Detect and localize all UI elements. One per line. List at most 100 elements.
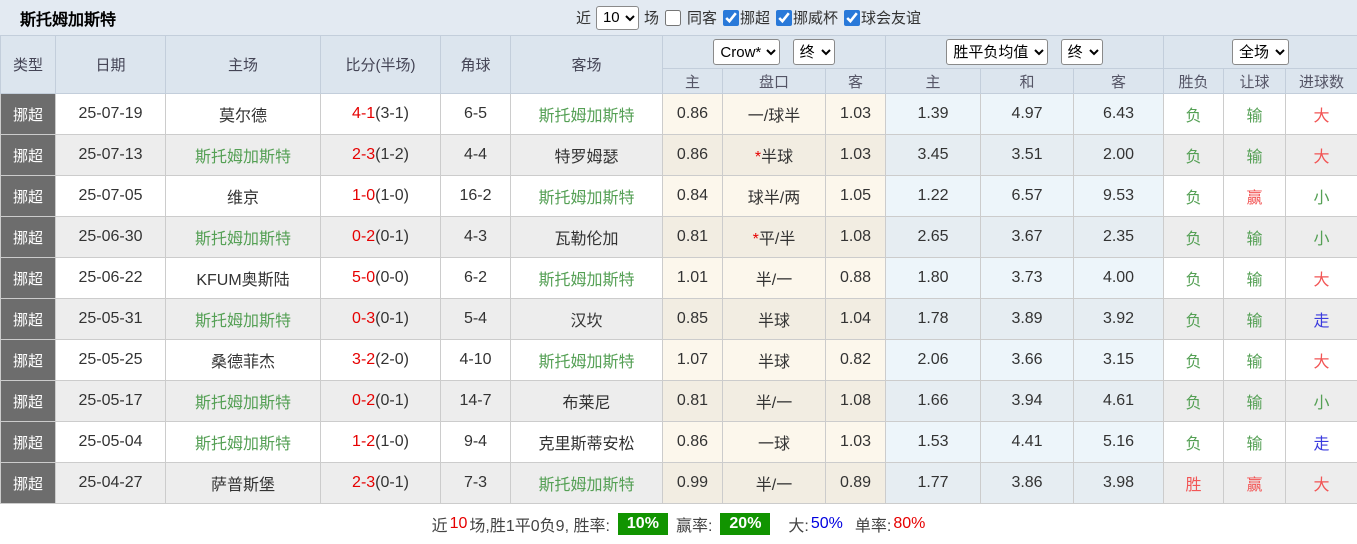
away-team-link[interactable]: 斯托姆加斯特 <box>511 463 663 504</box>
avg-lose-value: 9.53 <box>1074 176 1164 217</box>
corner-score: 7-3 <box>441 463 511 504</box>
result-handicap: 输 <box>1224 135 1286 176</box>
half-score: (1-0) <box>375 187 409 204</box>
odds-company-time-select[interactable]: 终 <box>793 39 835 65</box>
home-team-link[interactable]: KFUM奥斯陆 <box>166 258 321 299</box>
home-team-link[interactable]: 维京 <box>166 176 321 217</box>
avg-lose-value: 4.00 <box>1074 258 1164 299</box>
away-team-link[interactable]: 瓦勒伦加 <box>511 217 663 258</box>
odds-home-value: 0.81 <box>663 217 723 258</box>
table-header: 类型 日期 主场 比分(半场) 角球 客场 Crow* 终 胜平负均值 终 全场… <box>1 36 1357 94</box>
corner-score: 9-4 <box>441 422 511 463</box>
avg-odds-time-select[interactable]: 终 <box>1061 39 1103 65</box>
table-row: 挪超 25-04-27 萨普斯堡 2-3(0-1) 7-3 斯托姆加斯特 0.9… <box>1 463 1357 504</box>
league-label-norway-cup: 挪威杯 <box>793 7 838 28</box>
full-score: 3-2 <box>352 351 375 368</box>
avg-lose-value: 2.00 <box>1074 135 1164 176</box>
result-wdl: 负 <box>1164 422 1224 463</box>
handicap-value: *平/半 <box>723 217 826 258</box>
result-wdl: 负 <box>1164 94 1224 135</box>
home-team-link[interactable]: 斯托姆加斯特 <box>166 422 321 463</box>
handicap-value: 半/一 <box>723 381 826 422</box>
sub-header-odds-home: 主 <box>663 69 723 94</box>
league-checkbox-club-friendly[interactable] <box>844 10 860 26</box>
home-team-link[interactable]: 斯托姆加斯特 <box>166 135 321 176</box>
away-team-link[interactable]: 斯托姆加斯特 <box>511 340 663 381</box>
avg-draw-value: 3.73 <box>981 258 1074 299</box>
half-score: (2-0) <box>375 351 409 368</box>
odds-away-value: 1.03 <box>826 422 886 463</box>
home-team-link[interactable]: 萨普斯堡 <box>166 463 321 504</box>
avg-win-value: 1.39 <box>886 94 981 135</box>
match-count-select[interactable]: 10 <box>596 6 639 30</box>
avg-draw-value: 3.86 <box>981 463 1074 504</box>
away-team-link[interactable]: 特罗姆瑟 <box>511 135 663 176</box>
half-score: (0-1) <box>375 474 409 491</box>
half-score: (0-1) <box>375 228 409 245</box>
home-team-link[interactable]: 斯托姆加斯特 <box>166 299 321 340</box>
handicap-value: 一/球半 <box>723 94 826 135</box>
full-score: 0-2 <box>352 392 375 409</box>
footer-summary: 场,胜1平0负9, 胜率: <box>469 512 609 536</box>
full-score: 0-2 <box>352 228 375 245</box>
league-label-eliteserien: 挪超 <box>740 7 770 28</box>
sub-header-avg-win: 主 <box>886 69 981 94</box>
away-team-link[interactable]: 斯托姆加斯特 <box>511 258 663 299</box>
col-header-home: 主场 <box>166 36 321 94</box>
half-score: (1-2) <box>375 146 409 163</box>
col-header-type: 类型 <box>1 36 56 94</box>
away-team-link[interactable]: 汉坎 <box>511 299 663 340</box>
avg-win-value: 1.80 <box>886 258 981 299</box>
avg-odds-select[interactable]: 胜平负均值 <box>946 39 1048 65</box>
home-team-link[interactable]: 桑德菲杰 <box>166 340 321 381</box>
sub-header-avg-lose: 客 <box>1074 69 1164 94</box>
table-row: 挪超 25-07-19 莫尔德 4-1(3-1) 6-5 斯托姆加斯特 0.86… <box>1 94 1357 135</box>
home-team-link[interactable]: 莫尔德 <box>166 94 321 135</box>
result-wdl: 负 <box>1164 135 1224 176</box>
result-handicap: 输 <box>1224 299 1286 340</box>
result-handicap: 赢 <box>1224 176 1286 217</box>
same-away-label: 同客 <box>687 7 717 28</box>
footer-near-label: 近 <box>432 512 448 536</box>
away-team-link[interactable]: 克里斯蒂安松 <box>511 422 663 463</box>
half-score: (0-0) <box>375 269 409 286</box>
league-checkbox-norway-cup[interactable] <box>776 10 792 26</box>
league-checkbox-eliteserien[interactable] <box>723 10 739 26</box>
odds-away-value: 1.04 <box>826 299 886 340</box>
match-date: 25-04-27 <box>56 463 166 504</box>
result-handicap: 输 <box>1224 258 1286 299</box>
avg-win-value: 1.77 <box>886 463 981 504</box>
league-label-club-friendly: 球会友谊 <box>861 7 921 28</box>
avg-draw-value: 3.51 <box>981 135 1074 176</box>
same-away-checkbox[interactable] <box>665 10 681 26</box>
league-badge: 挪超 <box>1 299 56 340</box>
away-team-link[interactable]: 斯托姆加斯特 <box>511 176 663 217</box>
score-cell: 0-2(0-1) <box>321 381 441 422</box>
sub-header-result-wdl: 胜负 <box>1164 69 1224 94</box>
summary-footer: 近10场,胜1平0负9, 胜率: 10% 赢率: 20% 大:50% 单率:80… <box>0 504 1357 543</box>
odds-away-value: 1.03 <box>826 94 886 135</box>
score-cell: 3-2(2-0) <box>321 340 441 381</box>
score-cell: 2-3(0-1) <box>321 463 441 504</box>
full-score: 0-3 <box>352 310 375 327</box>
odds-away-value: 0.88 <box>826 258 886 299</box>
match-date: 25-06-22 <box>56 258 166 299</box>
full-score: 2-3 <box>352 474 375 491</box>
games-label: 场 <box>644 7 659 28</box>
sub-header-handicap: 盘口 <box>723 69 826 94</box>
table-row: 挪超 25-05-17 斯托姆加斯特 0-2(0-1) 14-7 布莱尼 0.8… <box>1 381 1357 422</box>
away-team-link[interactable]: 布莱尼 <box>511 381 663 422</box>
avg-draw-value: 6.57 <box>981 176 1074 217</box>
scope-select[interactable]: 全场 <box>1232 39 1289 65</box>
result-handicap: 输 <box>1224 340 1286 381</box>
col-header-away: 客场 <box>511 36 663 94</box>
home-team-link[interactable]: 斯托姆加斯特 <box>166 381 321 422</box>
away-team-link[interactable]: 斯托姆加斯特 <box>511 94 663 135</box>
odds-company-select[interactable]: Crow* <box>713 39 780 65</box>
avg-win-value: 2.65 <box>886 217 981 258</box>
avg-win-value: 1.53 <box>886 422 981 463</box>
table-row: 挪超 25-05-04 斯托姆加斯特 1-2(1-0) 9-4 克里斯蒂安松 0… <box>1 422 1357 463</box>
full-score: 2-3 <box>352 146 375 163</box>
home-team-link[interactable]: 斯托姆加斯特 <box>166 217 321 258</box>
single-rate-label: 单率: <box>855 512 891 536</box>
